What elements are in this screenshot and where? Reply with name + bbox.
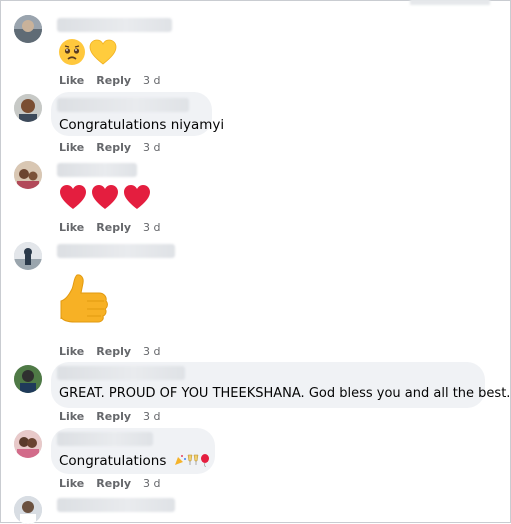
avatar[interactable] (14, 94, 42, 122)
clinking-glasses-icon (186, 454, 200, 466)
balloon-icon (200, 454, 210, 468)
timestamp[interactable]: 3 d (143, 221, 160, 234)
like-button[interactable]: Like (59, 410, 84, 423)
comment-actions: Like Reply 3 d (59, 477, 161, 490)
red-heart-icon (58, 183, 88, 211)
like-button[interactable]: Like (59, 477, 84, 490)
reply-button[interactable]: Reply (96, 74, 131, 87)
timestamp[interactable]: 3 d (143, 410, 160, 423)
timestamp[interactable]: 3 d (143, 74, 160, 87)
author-name-redacted[interactable] (57, 366, 185, 380)
timestamp[interactable]: 3 d (143, 477, 160, 490)
comment-text: GREAT. PROUD OF YOU THEEKSHANA. God bles… (59, 386, 511, 401)
like-button[interactable]: Like (59, 221, 84, 234)
author-name-redacted[interactable] (57, 432, 153, 446)
timestamp[interactable]: 3 d (143, 345, 160, 358)
comment-actions: Like Reply 3 d (59, 410, 161, 423)
avatar[interactable] (14, 242, 42, 270)
reply-button[interactable]: Reply (96, 477, 131, 490)
comment-text: Congratulations niyamyi (59, 117, 225, 133)
like-button[interactable]: Like (59, 345, 84, 358)
reply-button[interactable]: Reply (96, 410, 131, 423)
red-heart-icon (90, 183, 120, 211)
like-button[interactable]: Like (59, 74, 84, 87)
party-popper-icon (174, 454, 186, 466)
avatar[interactable] (14, 365, 42, 393)
avatar[interactable] (14, 496, 42, 524)
comment-text-value: Congratulations (59, 453, 167, 469)
emoji-reaction-row (58, 183, 152, 211)
author-name-redacted[interactable] (57, 98, 189, 112)
like-button[interactable]: Like (59, 141, 84, 154)
crying-face-icon (58, 38, 86, 66)
comments-panel: Like Reply 3 d Congratulations niyamyi Lik… (0, 0, 511, 524)
author-name-redacted[interactable] (57, 163, 137, 177)
emoji-reaction-row (58, 38, 118, 66)
reply-button[interactable]: Reply (96, 221, 131, 234)
avatar[interactable] (14, 430, 42, 458)
author-name-redacted[interactable] (57, 244, 175, 258)
comment-actions: Like Reply 3 d (59, 141, 161, 154)
author-name-redacted[interactable] (57, 18, 172, 32)
avatar[interactable] (14, 15, 42, 43)
comment-actions: Like Reply 3 d (59, 345, 161, 358)
yellow-heart-icon (88, 38, 118, 66)
reply-button[interactable]: Reply (96, 141, 131, 154)
comment-text: Congratulations (59, 453, 210, 469)
reply-button[interactable]: Reply (96, 345, 131, 358)
timestamp[interactable]: 3 d (143, 141, 160, 154)
cropped-header-fragment (410, 0, 490, 5)
comment-actions: Like Reply 3 d (59, 221, 161, 234)
comment-actions: Like Reply 3 d (59, 74, 161, 87)
thumbs-up-icon (57, 271, 111, 333)
avatar[interactable] (14, 161, 42, 189)
red-heart-icon (122, 183, 152, 211)
author-name-redacted[interactable] (57, 498, 175, 512)
